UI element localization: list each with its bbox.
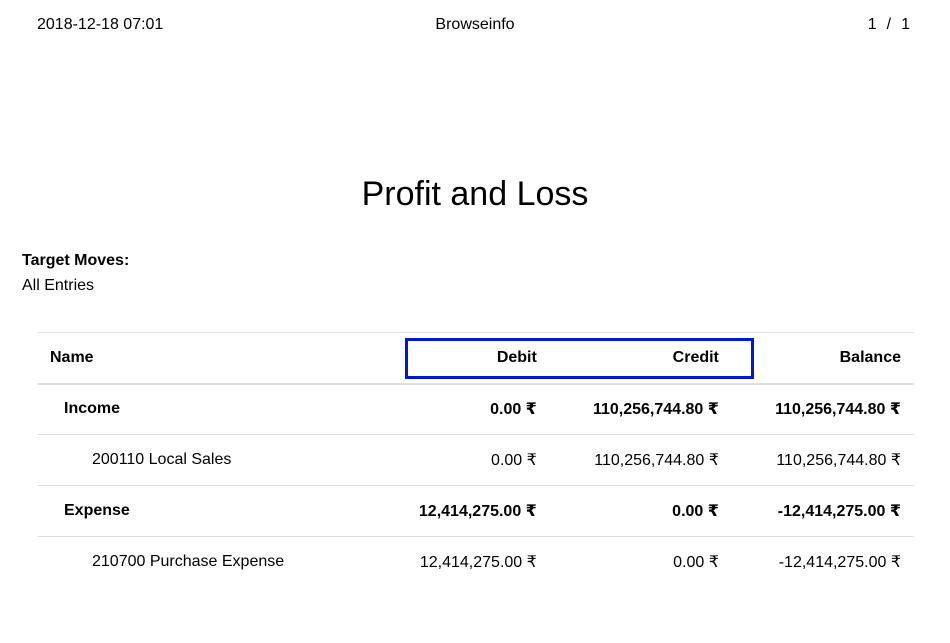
row-name: 210700 Purchase Expense — [92, 553, 285, 571]
row-balance: 110,256,744.80 ₹ — [776, 452, 901, 469]
row-name: 200110 Local Sales — [92, 451, 232, 468]
page-number: 1 / 1 — [868, 15, 910, 35]
row-balance: 110,256,744.80 ₹ — [775, 401, 901, 419]
company-name: Browseinfo — [435, 16, 515, 33]
page-current: 1 — [867, 16, 877, 33]
column-header-credit: Credit — [672, 348, 719, 366]
row-credit: 0.00 ₹ — [672, 503, 719, 520]
row-debit: 0.00 ₹ — [491, 452, 537, 469]
row-credit: 110,256,744.80 ₹ — [594, 452, 719, 469]
row-name: Expense — [64, 502, 130, 519]
page-total: 1 — [901, 16, 910, 33]
table-row-income: Income 0.00 ₹ 110,256,744.80 ₹ 110,256,7… — [37, 384, 914, 435]
row-credit: 110,256,744.80 ₹ — [592, 401, 719, 419]
table-header-row: Name Debit Credit Balance — [37, 332, 914, 384]
row-debit: 12,414,275.00 ₹ — [418, 503, 537, 520]
row-balance: -12,414,275.00 ₹ — [777, 503, 901, 520]
column-header-debit: Debit — [496, 348, 537, 366]
page-separator: / — [886, 16, 892, 33]
table-row-local-sales: 200110 Local Sales 0.00 ₹ 110,256,744.80… — [37, 435, 914, 486]
table-row-purchase-expense: 210700 Purchase Expense 12,414,275.00 ₹ … — [37, 537, 914, 588]
row-credit: 0.00 ₹ — [673, 554, 719, 572]
row-balance: -12,414,275.00 ₹ — [778, 554, 901, 572]
column-header-balance: Balance — [839, 348, 901, 366]
column-header-name: Name — [50, 348, 94, 366]
profit-loss-table: Name Debit Credit Balance Income 0.00 ₹ … — [37, 332, 914, 588]
row-name: Income — [64, 400, 121, 418]
table-row-expense: Expense 12,414,275.00 ₹ 0.00 ₹ -12,414,2… — [37, 486, 914, 537]
target-moves-label: Target Moves: — [22, 252, 130, 269]
target-moves-value: All Entries — [22, 277, 95, 294]
report-title: Profit and Loss — [361, 175, 589, 213]
row-debit: 0.00 ₹ — [490, 401, 537, 419]
row-debit: 12,414,275.00 ₹ — [419, 554, 537, 572]
